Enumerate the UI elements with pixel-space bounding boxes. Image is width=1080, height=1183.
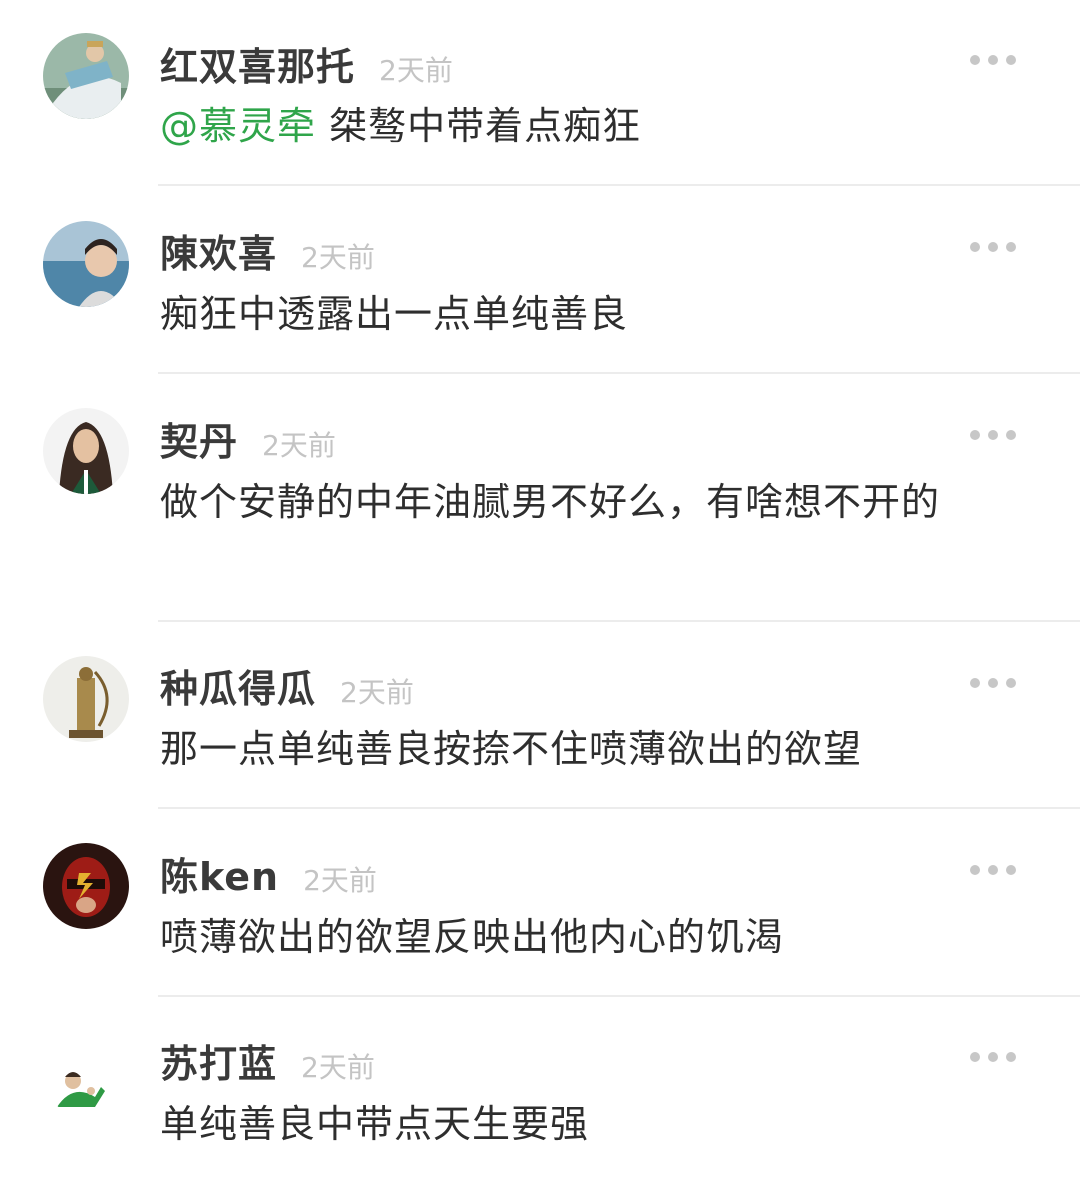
avatar[interactable] <box>43 221 129 307</box>
comment-header: 种瓜得瓜 2天前 <box>160 658 414 713</box>
divider <box>158 995 1080 997</box>
comment-header: 苏打蓝 2天前 <box>160 1033 375 1088</box>
avatar[interactable] <box>43 408 129 494</box>
more-dots-icon[interactable] <box>970 427 1016 441</box>
avatar[interactable] <box>43 843 129 929</box>
more-dots-icon[interactable] <box>970 239 1016 253</box>
divider <box>158 807 1080 809</box>
timestamp: 2天前 <box>379 54 453 87</box>
comment-text: 痴狂中透露出一点单纯善良 <box>160 292 629 336</box>
divider <box>158 372 1080 374</box>
nickname[interactable]: 红双喜那托 <box>160 45 355 89</box>
more-dots-icon[interactable] <box>970 675 1016 689</box>
comment-header: 陳欢喜 2天前 <box>160 223 375 278</box>
nickname[interactable]: 陈ken <box>160 855 279 899</box>
more-dots-icon[interactable] <box>970 1049 1016 1063</box>
timestamp: 2天前 <box>303 864 377 897</box>
timestamp: 2天前 <box>301 1051 375 1084</box>
comment-text: 单纯善良中带点天生要强 <box>160 1102 590 1146</box>
timestamp: 2天前 <box>301 241 375 274</box>
mention-link[interactable]: @慕灵牵 <box>160 104 316 148</box>
timestamp: 2天前 <box>262 429 336 462</box>
comment-header: 契丹 2天前 <box>160 411 336 466</box>
comment-header: 陈ken 2天前 <box>160 846 377 901</box>
more-dots-icon[interactable] <box>970 52 1016 66</box>
avatar[interactable] <box>43 656 129 742</box>
comment-list: 红双喜那托 2天前 @慕灵牵 桀骜中带着点痴狂 陳欢喜 2天前 痴狂中透露出一点单纯… <box>0 0 1080 1183</box>
comment-text: 那一点单纯善良按捺不住喷薄欲出的欲望 <box>160 727 863 771</box>
avatar[interactable] <box>43 33 129 119</box>
comment-body: 桀骜中带着点痴狂 <box>316 104 642 148</box>
avatar[interactable] <box>43 1031 129 1117</box>
comment-header: 红双喜那托 2天前 <box>160 36 453 91</box>
comment-text: 喷薄欲出的欲望反映出他内心的饥渴 <box>160 915 785 959</box>
nickname[interactable]: 种瓜得瓜 <box>160 667 316 711</box>
more-dots-icon[interactable] <box>970 862 1016 876</box>
comment-text: @慕灵牵 桀骜中带着点痴狂 <box>160 96 1020 156</box>
divider <box>158 620 1080 622</box>
nickname[interactable]: 契丹 <box>160 420 238 464</box>
nickname[interactable]: 苏打蓝 <box>160 1042 277 1086</box>
nickname[interactable]: 陳欢喜 <box>160 232 277 276</box>
comment-text: 做个安静的中年油腻男不好么，有啥想不开的 <box>160 480 941 524</box>
timestamp: 2天前 <box>340 676 414 709</box>
divider <box>158 184 1080 186</box>
